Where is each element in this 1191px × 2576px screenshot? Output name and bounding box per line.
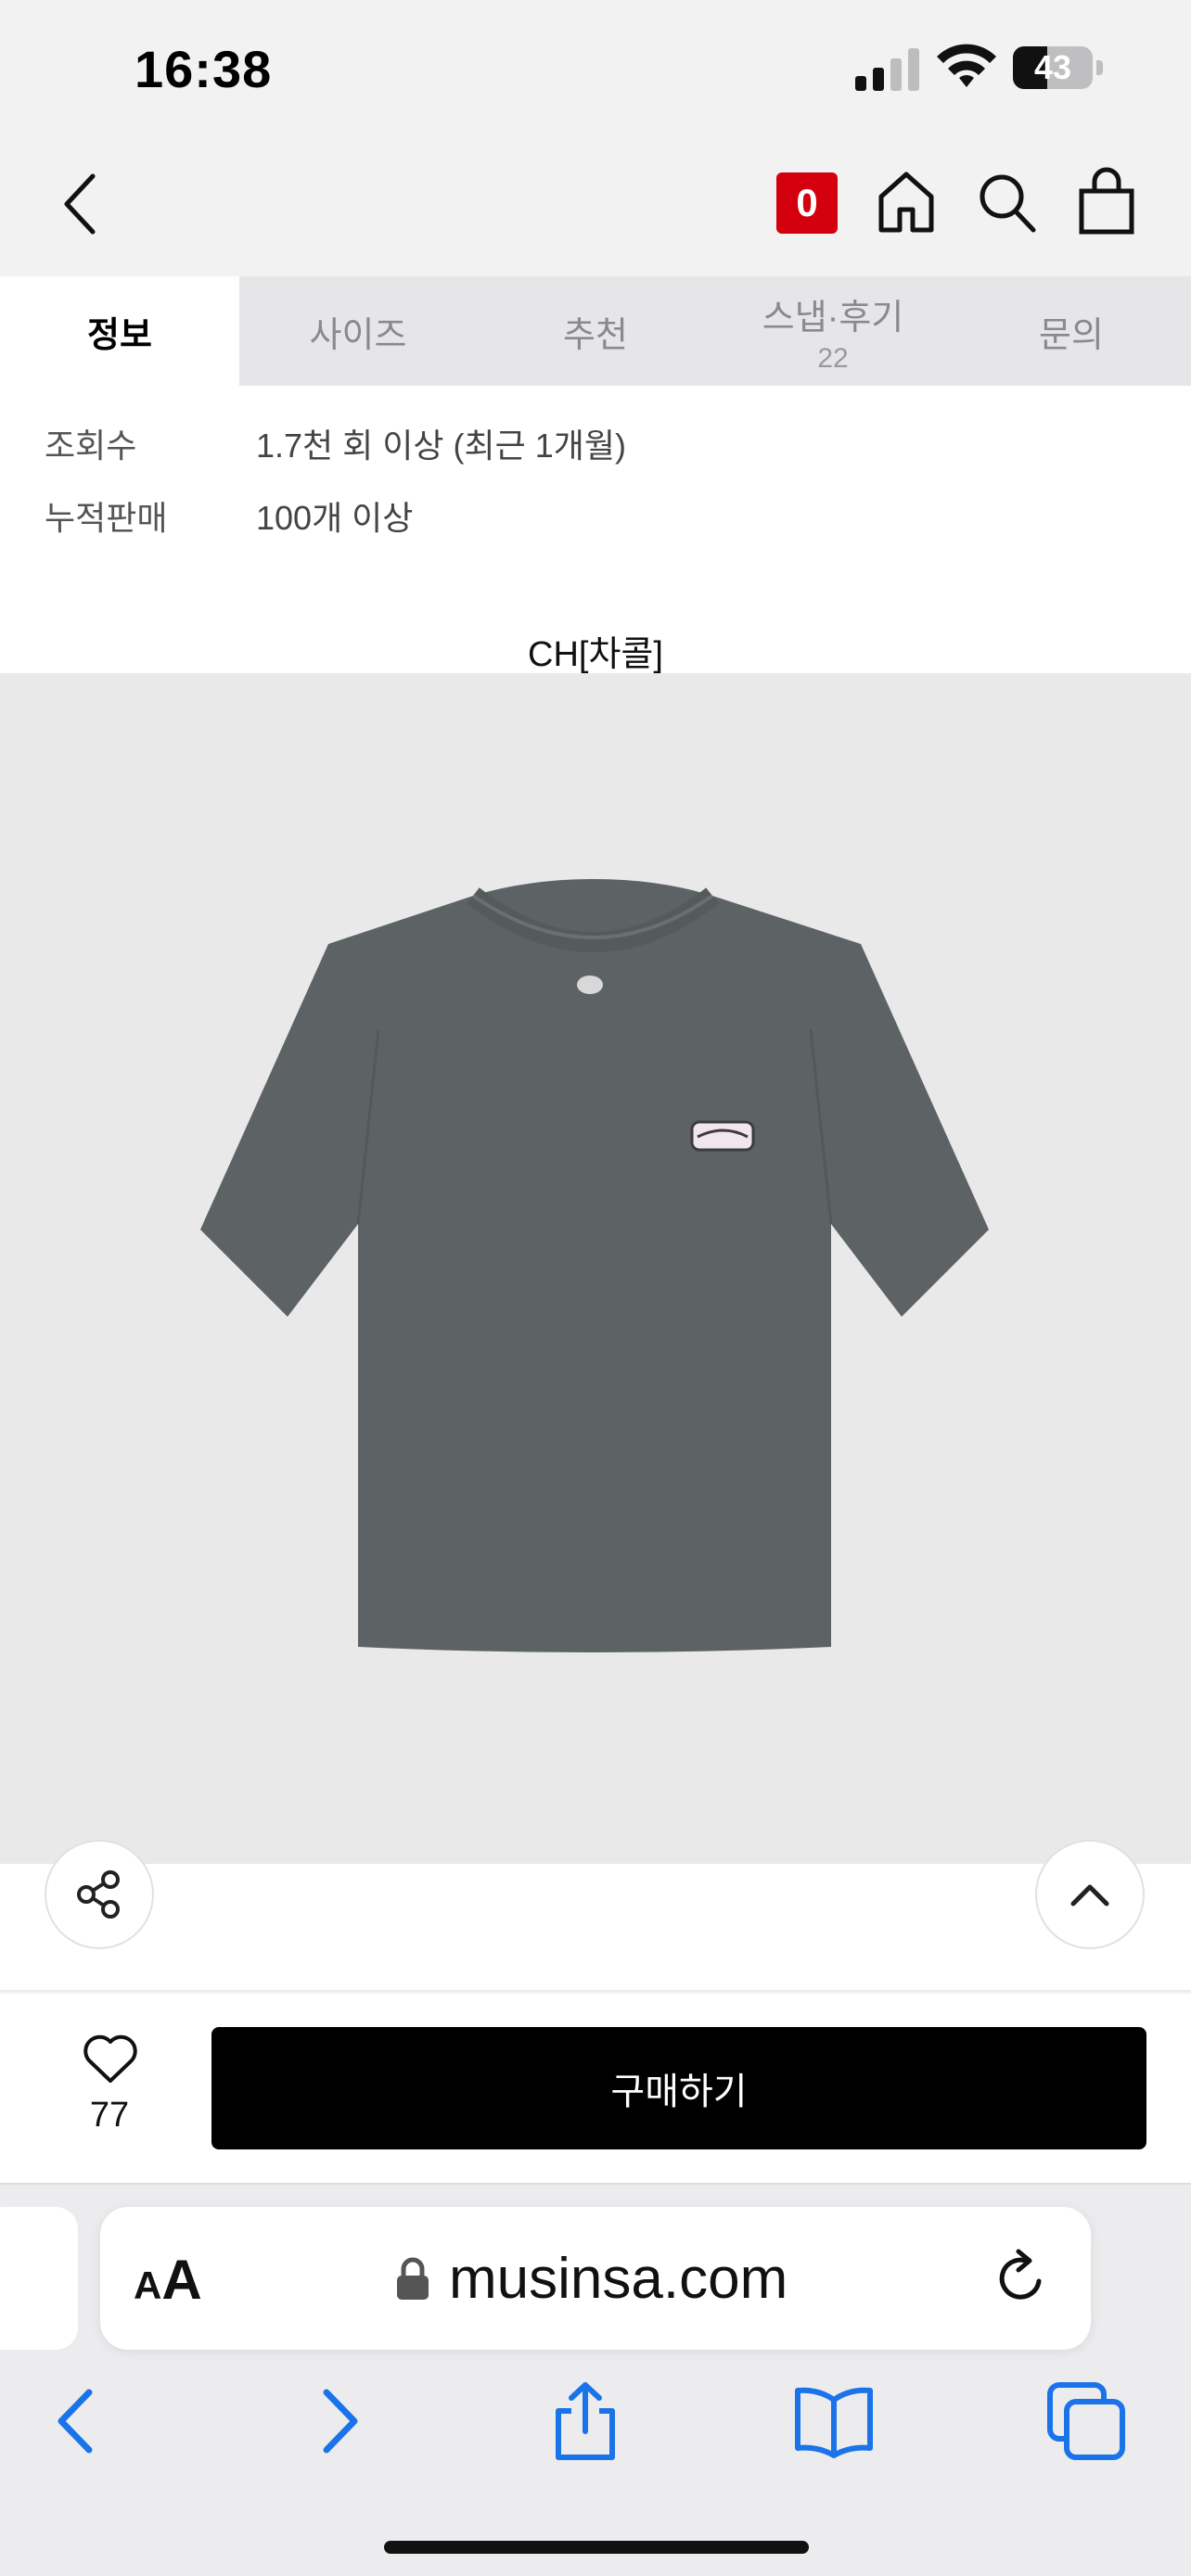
address-bar[interactable]: AA musinsa.com bbox=[100, 2207, 1091, 2350]
home-icon[interactable] bbox=[876, 169, 937, 236]
info-row-views: 조회수 1.7천 회 이상 (최근 1개월) bbox=[45, 419, 626, 467]
url-text: musinsa.com bbox=[449, 2247, 788, 2311]
search-icon[interactable] bbox=[976, 171, 1037, 236]
chevron-up-icon bbox=[1070, 1884, 1109, 1906]
info-label: 누적판매 bbox=[45, 499, 168, 537]
home-indicator bbox=[384, 2541, 809, 2554]
reload-icon[interactable] bbox=[991, 2248, 1052, 2309]
lock-icon bbox=[397, 2257, 429, 2300]
shopping-bag-icon[interactable] bbox=[1076, 167, 1137, 236]
like-count: 77 bbox=[89, 2096, 130, 2135]
info-row-sales: 누적판매 100개 이상 bbox=[45, 491, 413, 540]
info-value: 100개 이상 bbox=[256, 499, 414, 537]
product-image bbox=[0, 673, 1191, 1864]
battery-percent: 43 bbox=[1033, 48, 1072, 86]
tab-label: 추천 bbox=[563, 315, 628, 355]
cellular-signal-icon bbox=[855, 48, 919, 91]
t-shirt-image bbox=[200, 879, 989, 1652]
tab-label: 문의 bbox=[1039, 315, 1104, 355]
back-icon[interactable] bbox=[56, 169, 108, 239]
tab-info[interactable]: 정보 bbox=[0, 276, 239, 386]
battery-icon: 43 bbox=[1013, 46, 1104, 91]
buy-button[interactable]: 구매하기 bbox=[211, 2027, 1146, 2149]
tab-size[interactable]: 사이즈 bbox=[239, 276, 477, 386]
reader-text-size-button[interactable]: AA bbox=[134, 2248, 202, 2312]
info-value: 1.7천 회 이상 (최근 1개월) bbox=[256, 427, 627, 465]
bookmarks-icon[interactable] bbox=[792, 2379, 876, 2463]
product-tabs: 정보 사이즈 추천 스냅·후기 22 문의 bbox=[0, 276, 1191, 386]
share-icon[interactable] bbox=[544, 2379, 627, 2463]
previous-tab-card[interactable] bbox=[0, 2207, 78, 2350]
info-label: 조회수 bbox=[45, 427, 137, 465]
tab-snap-review[interactable]: 스냅·후기 22 bbox=[714, 276, 952, 386]
heart-icon[interactable] bbox=[82, 2033, 139, 2085]
scroll-top-button[interactable] bbox=[1035, 1840, 1145, 1949]
color-caption: CH[차콜] bbox=[528, 635, 663, 674]
review-count: 22 bbox=[817, 342, 849, 374]
cart-count-badge[interactable]: 0 bbox=[776, 172, 838, 234]
tab-recommend[interactable]: 추천 bbox=[477, 276, 714, 386]
wifi-icon bbox=[937, 44, 996, 87]
share-button[interactable] bbox=[45, 1840, 154, 1949]
forward-arrow-icon[interactable] bbox=[295, 2379, 378, 2463]
status-time: 16:38 bbox=[134, 40, 273, 98]
tab-label: 정보 bbox=[87, 315, 152, 355]
tab-inquiry[interactable]: 문의 bbox=[952, 276, 1191, 386]
tab-label: 사이즈 bbox=[309, 315, 407, 355]
tabs-icon[interactable] bbox=[1044, 2379, 1128, 2463]
share-row bbox=[0, 1864, 1191, 1992]
product-info: 조회수 1.7천 회 이상 (최근 1개월) 누적판매 100개 이상 CH[차… bbox=[0, 386, 1191, 674]
tab-label: 스냅·후기 bbox=[762, 298, 904, 338]
share-icon bbox=[77, 1870, 120, 1919]
back-arrow-icon[interactable] bbox=[37, 2379, 121, 2463]
